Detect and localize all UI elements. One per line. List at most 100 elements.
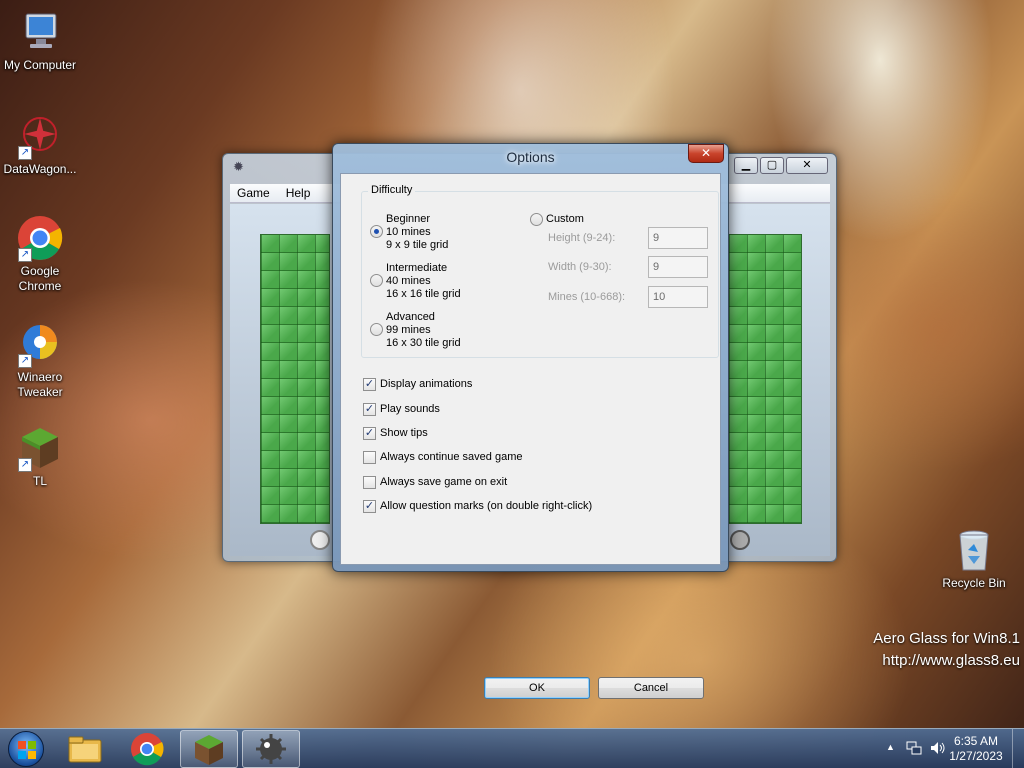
desktop-icon-datawagon[interactable]: ↗ DataWagon... <box>0 112 80 177</box>
option-allow-question-marks[interactable]: ✓ Allow question marks (on double right-… <box>363 498 592 514</box>
taskbar-minesweeper[interactable] <box>242 730 300 768</box>
maximize-button[interactable]: ▢ <box>760 157 784 174</box>
desktop-icon-my-computer[interactable]: My Computer <box>0 8 80 73</box>
windows-logo-icon <box>18 741 36 759</box>
start-button[interactable] <box>8 731 44 767</box>
window-controls: ▁ ▢ ✕ <box>734 157 828 174</box>
mines-label: Mines (10-668): <box>548 291 626 303</box>
shortcut-arrow-icon: ↗ <box>18 248 32 262</box>
mine-grid-left[interactable] <box>260 234 330 524</box>
taskbar-file-explorer[interactable] <box>56 730 114 768</box>
recycle-bin-icon <box>950 526 998 574</box>
question-marks-label: Allow question marks (on double right-cl… <box>380 500 593 512</box>
question-marks-checkbox[interactable]: ✓ <box>363 499 376 513</box>
show-tips-checkbox[interactable]: ✓ <box>363 426 376 440</box>
ok-button[interactable]: OK <box>484 677 590 699</box>
play-sounds-checkbox[interactable]: ✓ <box>363 402 376 416</box>
custom-label[interactable]: Custom <box>546 213 584 226</box>
watermark-line-2: http://www.glass8.eu <box>882 652 1020 669</box>
volume-icon[interactable] <box>930 741 946 755</box>
minecraft-icon: ↗ <box>16 424 64 472</box>
width-label: Width (9-30): <box>548 261 612 273</box>
difficulty-group: Difficulty Beginner 10 mines 9 x 9 tile … <box>361 184 719 358</box>
chrome-icon: ↗ <box>16 214 64 262</box>
minimize-button[interactable]: ▁ <box>734 157 758 174</box>
desktop-icon-label: My Computer <box>3 58 77 72</box>
desktop-icon-winaero-tweaker[interactable]: ↗ Winaero Tweaker <box>0 320 80 400</box>
desktop-icon-tl[interactable]: ↗ TL <box>0 424 80 489</box>
dialog-client-area: Difficulty Beginner 10 mines 9 x 9 tile … <box>340 173 721 699</box>
beginner-label: Beginner <box>386 213 431 225</box>
always-continue-label: Always continue saved game <box>380 451 523 463</box>
timer-icon <box>310 530 330 550</box>
custom-radio[interactable] <box>530 213 543 226</box>
height-input[interactable]: 9 <box>648 227 708 249</box>
datawagon-icon: ↗ <box>16 112 64 160</box>
advanced-grid: 16 x 30 tile grid <box>386 337 461 349</box>
intermediate-label: Intermediate <box>386 262 448 274</box>
height-label: Height (9-24): <box>548 232 616 244</box>
display-animations-label: Display animations <box>380 378 473 390</box>
intermediate-radio[interactable] <box>370 274 383 287</box>
tray-show-hidden-icons[interactable]: ▲ <box>886 742 895 752</box>
taskbar-minecraft[interactable] <box>180 730 238 768</box>
always-save-checkbox[interactable] <box>363 475 376 489</box>
advanced-radio[interactable] <box>370 323 383 336</box>
chrome-icon <box>131 733 164 766</box>
width-input[interactable]: 9 <box>648 256 708 278</box>
menu-help[interactable]: Help <box>286 184 311 202</box>
desktop-icon-recycle-bin[interactable]: Recycle Bin <box>934 526 1014 591</box>
close-window-button[interactable]: ✕ <box>786 157 828 174</box>
always-continue-checkbox[interactable] <box>363 450 376 464</box>
option-always-continue-saved-game[interactable]: Always continue saved game <box>363 449 522 465</box>
desktop-icon-label: Google Chrome <box>18 264 62 293</box>
advanced-option[interactable]: Advanced 99 mines 16 x 30 tile grid <box>386 311 461 350</box>
option-always-save-on-exit[interactable]: Always save game on exit <box>363 474 507 490</box>
mines-input[interactable]: 10 <box>648 286 708 308</box>
difficulty-legend: Difficulty <box>368 184 416 196</box>
taskbar: ▲ 6:35 AM 1/27/2023 <box>0 728 1024 768</box>
winaero-tweaker-icon: ↗ <box>16 320 64 368</box>
options-dialog: Options ✕ Difficulty Beginner 10 mines 9… <box>332 143 729 699</box>
close-button[interactable]: ✕ <box>688 144 724 163</box>
show-tips-label: Show tips <box>380 427 428 439</box>
show-desktop-button[interactable] <box>1012 729 1024 768</box>
mine-counter-icon <box>730 530 750 550</box>
advanced-mines: 99 mines <box>386 324 431 336</box>
desktop-icon-google-chrome[interactable]: ↗ Google Chrome <box>0 214 80 294</box>
always-save-label: Always save game on exit <box>380 476 508 488</box>
mine-grid-right[interactable] <box>728 234 802 524</box>
option-display-animations[interactable]: ✓ Display animations <box>363 376 472 392</box>
display-animations-checkbox[interactable]: ✓ <box>363 377 376 391</box>
beginner-option[interactable]: Beginner 10 mines 9 x 9 tile grid <box>386 213 448 252</box>
beginner-radio[interactable] <box>370 225 383 238</box>
menu-game[interactable]: Game <box>237 184 270 202</box>
computer-icon <box>16 8 64 56</box>
advanced-label: Advanced <box>386 311 435 323</box>
desktop-icon-label: TL <box>32 474 47 488</box>
desktop-icon-label: DataWagon... <box>3 162 77 176</box>
play-sounds-label: Play sounds <box>380 403 440 415</box>
beginner-mines: 10 mines <box>386 226 431 238</box>
beginner-grid: 9 x 9 tile grid <box>386 239 449 251</box>
shortcut-arrow-icon: ↗ <box>18 458 32 472</box>
clock-time: 6:35 AM <box>953 734 999 748</box>
intermediate-grid: 16 x 16 tile grid <box>386 288 461 300</box>
aero-glass-watermark: Aero Glass for Win8.1 http://www.glass8.… <box>873 628 1020 672</box>
intermediate-mines: 40 mines <box>386 275 431 287</box>
minecraft-icon <box>195 735 223 765</box>
minesweeper-icon <box>256 734 286 764</box>
cancel-button[interactable]: Cancel <box>598 677 704 699</box>
taskbar-chrome[interactable] <box>118 730 176 768</box>
desktop-icon-label: Winaero Tweaker <box>17 370 63 399</box>
clock-date: 1/27/2023 <box>949 749 1003 763</box>
network-icon[interactable] <box>906 741 922 755</box>
shortcut-arrow-icon: ↗ <box>18 146 32 160</box>
option-play-sounds[interactable]: ✓ Play sounds <box>363 401 440 417</box>
shortcut-arrow-icon: ↗ <box>18 354 32 368</box>
desktop-icon-label: Recycle Bin <box>942 576 1006 590</box>
intermediate-option[interactable]: Intermediate 40 mines 16 x 16 tile grid <box>386 262 461 301</box>
watermark-line-1: Aero Glass for Win8.1 <box>873 630 1020 647</box>
clock[interactable]: 6:35 AM 1/27/2023 <box>946 734 1006 764</box>
option-show-tips[interactable]: ✓ Show tips <box>363 425 428 441</box>
